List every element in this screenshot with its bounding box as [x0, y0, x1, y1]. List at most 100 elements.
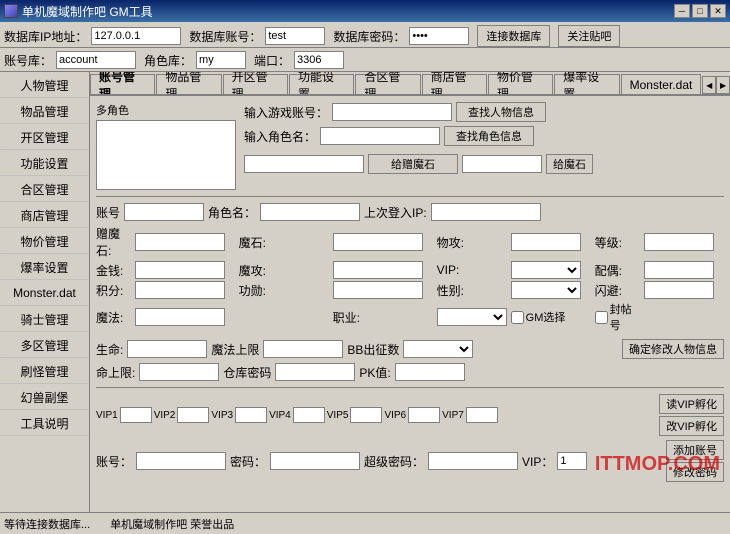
- hp-upper-label: 命上限:: [96, 364, 135, 381]
- vip1-input[interactable]: [120, 407, 152, 423]
- flash-field[interactable]: [644, 281, 714, 299]
- db-account-input[interactable]: [265, 27, 325, 45]
- gm-select-checkbox[interactable]: [511, 311, 524, 324]
- password-field[interactable]: [270, 452, 360, 470]
- find-player-btn[interactable]: 查找人物信息: [456, 102, 546, 122]
- sidebar-item-drop-rate[interactable]: 爆率设置: [0, 254, 89, 280]
- give-magic-stone-input[interactable]: [462, 155, 542, 173]
- sidebar-item-knight[interactable]: 骑士管理: [0, 306, 89, 332]
- role-lib-input[interactable]: [196, 51, 246, 69]
- merit-field[interactable]: [333, 281, 423, 299]
- sidebar-item-function[interactable]: 功能设置: [0, 150, 89, 176]
- phys-atk-label: 物攻:: [437, 234, 507, 251]
- port-input[interactable]: [294, 51, 344, 69]
- gm-select-label: GM选择: [526, 309, 566, 325]
- account-field[interactable]: [124, 203, 204, 221]
- db-ip-input[interactable]: [91, 27, 181, 45]
- tab-nav-left[interactable]: ◀: [702, 76, 716, 94]
- sidebar-item-open-zone[interactable]: 开区管理: [0, 124, 89, 150]
- last-login-ip-field[interactable]: [431, 203, 541, 221]
- vip4-input[interactable]: [293, 407, 325, 423]
- points-field[interactable]: [135, 281, 225, 299]
- partner-field[interactable]: [644, 261, 714, 279]
- hp-upper-field[interactable]: [139, 363, 219, 381]
- magic-stone-field[interactable]: [333, 233, 423, 251]
- sidebar-item-tool-desc[interactable]: 工具说明: [0, 410, 89, 436]
- tab-function[interactable]: 功能设置: [289, 74, 354, 94]
- role-name-field[interactable]: [260, 203, 360, 221]
- close-button[interactable]: ✕: [710, 4, 726, 18]
- demon-stone-field[interactable]: [135, 233, 225, 251]
- role-lib-label: 角色库：: [144, 52, 192, 69]
- port-label: 端口：: [254, 52, 290, 69]
- magic-field[interactable]: [135, 308, 225, 326]
- tab-open-zone[interactable]: 开区管理: [223, 74, 288, 94]
- follow-btn[interactable]: 关注贴吧: [558, 25, 620, 47]
- vip-label: VIP:: [437, 263, 507, 277]
- sidebar-item-items[interactable]: 物品管理: [0, 98, 89, 124]
- vip5-label: VIP5: [327, 410, 349, 421]
- sidebar-item-character[interactable]: 人物管理: [0, 72, 89, 98]
- maximize-button[interactable]: □: [692, 4, 708, 18]
- vip-select[interactable]: [511, 261, 581, 279]
- phys-atk-field[interactable]: [511, 233, 581, 251]
- bottom-account-field[interactable]: [136, 452, 226, 470]
- vip2-input[interactable]: [177, 407, 209, 423]
- give-demon-stone-btn[interactable]: 给赠魔石: [368, 154, 458, 174]
- role-name-field-label: 角色名：: [208, 204, 256, 221]
- level-field[interactable]: [644, 233, 714, 251]
- tab-merge-zone[interactable]: 合区管理: [355, 74, 420, 94]
- db-password-group: 数据库密码：: [333, 27, 469, 45]
- sidebar-item-multi-zone[interactable]: 多区管理: [0, 332, 89, 358]
- job-select[interactable]: [437, 308, 507, 326]
- vip3-label: VIP3: [211, 410, 233, 421]
- change-vip-birth-btn[interactable]: 改VIP孵化: [659, 416, 724, 436]
- bb-go-out-select[interactable]: [403, 340, 473, 358]
- tab-drop-rate[interactable]: 爆率设置: [554, 74, 619, 94]
- multi-char-listbox[interactable]: [96, 120, 236, 190]
- read-vip-birth-btn[interactable]: 读VIP孵化: [659, 394, 724, 414]
- flash-label: 闪避:: [595, 282, 640, 299]
- tab-account[interactable]: 账号管理: [90, 74, 155, 96]
- input-role-name-field[interactable]: [320, 127, 440, 145]
- minimize-button[interactable]: ─: [674, 4, 690, 18]
- level-label: 等级:: [595, 234, 640, 251]
- db-password-input[interactable]: [409, 27, 469, 45]
- tab-shop[interactable]: 商店管理: [422, 74, 487, 94]
- db-account-label: 数据库账号：: [189, 28, 261, 45]
- warehouse-pwd-label: 仓库密码: [223, 364, 271, 381]
- vip6-input[interactable]: [408, 407, 440, 423]
- sidebar-item-illusion[interactable]: 幻兽副堡: [0, 384, 89, 410]
- give-demon-stone-input[interactable]: [244, 155, 364, 173]
- tab-nav-right[interactable]: ▶: [716, 76, 730, 94]
- gold-field[interactable]: [135, 261, 225, 279]
- sidebar-item-spawn[interactable]: 刷怪管理: [0, 358, 89, 384]
- connect-db-button[interactable]: 连接数据库: [477, 25, 550, 47]
- vip5-input[interactable]: [350, 407, 382, 423]
- warehouse-pwd-field[interactable]: [275, 363, 355, 381]
- sidebar-item-price[interactable]: 物价管理: [0, 228, 89, 254]
- find-role-btn[interactable]: 查找角色信息: [444, 126, 534, 146]
- magic-upper-field[interactable]: [263, 340, 343, 358]
- vip7-input[interactable]: [466, 407, 498, 423]
- sidebar-item-shop[interactable]: 商店管理: [0, 202, 89, 228]
- pk-value-field[interactable]: [395, 363, 465, 381]
- sidebar-item-merge-zone[interactable]: 合区管理: [0, 176, 89, 202]
- life-field[interactable]: [127, 340, 207, 358]
- input-game-account-row: 输入游戏账号： 查找人物信息: [244, 102, 724, 122]
- gender-select[interactable]: [511, 281, 581, 299]
- super-password-field[interactable]: [428, 452, 518, 470]
- magic-atk-field[interactable]: [333, 261, 423, 279]
- vip3-input[interactable]: [235, 407, 267, 423]
- input-game-account-field[interactable]: [332, 103, 452, 121]
- tab-items[interactable]: 物品管理: [156, 74, 221, 94]
- vip4-label: VIP4: [269, 410, 291, 421]
- confirm-modify-btn[interactable]: 确定修改人物信息: [622, 339, 724, 359]
- tab-price[interactable]: 物价管理: [488, 74, 553, 94]
- tab-monster-dat[interactable]: Monster.dat: [621, 74, 702, 94]
- sidebar-item-monster-dat[interactable]: Monster.dat: [0, 280, 89, 306]
- vip-bottom-field[interactable]: [557, 452, 587, 470]
- seal-account-checkbox[interactable]: [595, 311, 608, 324]
- give-magic-stone-btn[interactable]: 给魔石: [546, 154, 593, 174]
- account-lib-input[interactable]: [56, 51, 136, 69]
